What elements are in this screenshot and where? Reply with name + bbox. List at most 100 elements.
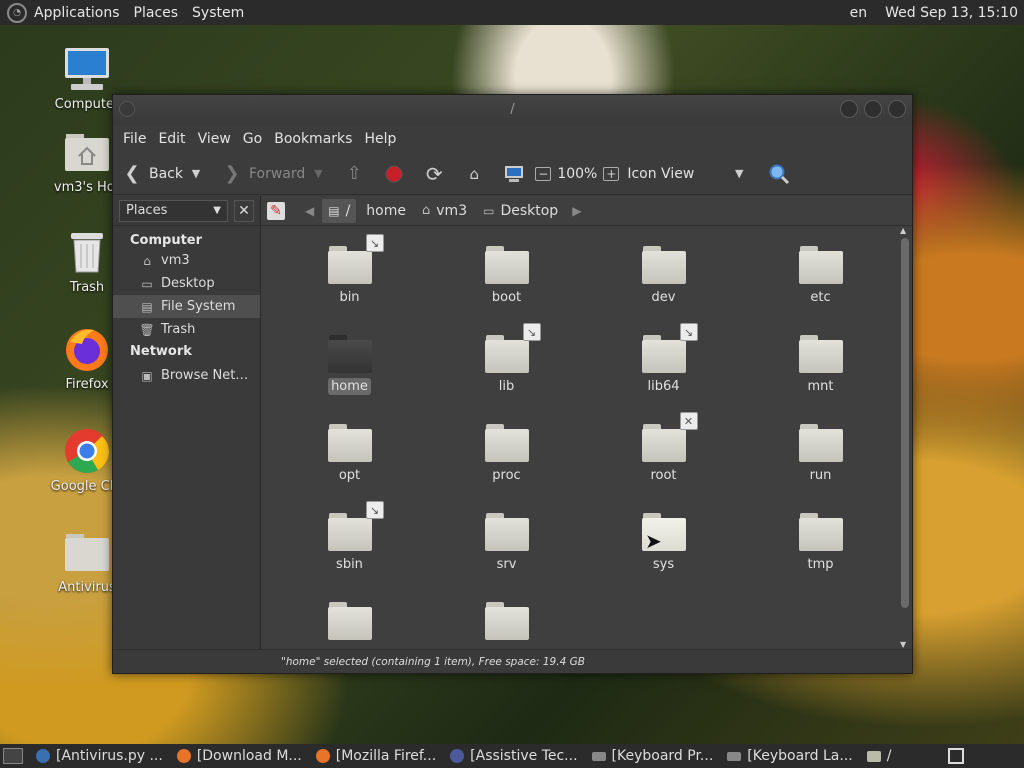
menu-file[interactable]: File xyxy=(117,131,152,147)
path-root[interactable]: ▤ / xyxy=(322,198,357,223)
sidebar-selector[interactable]: Places ▼ xyxy=(119,199,228,222)
file-item[interactable]: etc xyxy=(742,234,899,323)
symlink-emblem-icon: ↘ xyxy=(365,501,384,519)
distro-logo-icon[interactable]: ◔ xyxy=(7,2,27,23)
file-item[interactable]: ↘ sbin xyxy=(271,501,428,590)
home-folder-icon xyxy=(63,128,111,176)
file-item[interactable]: dev xyxy=(585,234,742,323)
reload-button[interactable]: ⟳ xyxy=(423,162,445,186)
path-desktop[interactable]: ▭ Desktop xyxy=(477,199,564,223)
edit-location-icon[interactable]: ✎ xyxy=(267,201,285,220)
back-history-dropdown-icon[interactable]: ▼ xyxy=(189,163,203,185)
task-assistive[interactable]: [Assistive Tec... xyxy=(444,748,585,764)
file-item[interactable]: boot xyxy=(428,234,585,323)
computer-button[interactable] xyxy=(503,163,525,185)
desktop-folder-icon: ▭ xyxy=(141,276,153,291)
close-sidebar-button[interactable]: ✕ xyxy=(234,199,254,222)
places-menu[interactable]: Places xyxy=(127,5,186,21)
zoom-in-icon[interactable]: + xyxy=(603,166,620,181)
file-item-label: boot xyxy=(491,290,522,305)
back-button[interactable]: ❮ Back ▼ xyxy=(121,163,203,185)
scroll-up-icon[interactable]: ▲ xyxy=(900,226,906,235)
show-desktop-button[interactable] xyxy=(3,748,23,764)
toolbar: ❮ Back ▼ ❯ Forward ▼ ⇧ ⟳ ⌂ − 100% + Icon… xyxy=(113,153,912,195)
keyboard-layout-indicator[interactable]: en xyxy=(850,5,868,21)
file-item[interactable]: home xyxy=(271,323,428,412)
menu-view[interactable]: View xyxy=(192,131,237,147)
menu-bookmarks[interactable]: Bookmarks xyxy=(268,131,358,147)
sidebar-item-trash[interactable]: 🗑 Trash xyxy=(113,318,260,341)
file-item[interactable]: proc xyxy=(428,412,585,501)
computer-icon xyxy=(63,45,111,93)
menu-edit[interactable]: Edit xyxy=(152,131,191,147)
file-item[interactable]: opt xyxy=(271,412,428,501)
path-scroll-left-icon[interactable]: ◀ xyxy=(301,204,318,218)
task-keyboard-preferences[interactable]: [Keyboard Pr... xyxy=(586,748,722,764)
menu-help[interactable]: Help xyxy=(358,131,402,147)
forward-history-dropdown-icon[interactable]: ▼ xyxy=(311,163,325,185)
file-item[interactable]: ↘ bin xyxy=(271,234,428,323)
vertical-scrollbar[interactable]: ▲ ▼ xyxy=(898,226,912,649)
sidebar-item-vm3[interactable]: ⌂ vm3 xyxy=(113,249,260,272)
clock[interactable]: Wed Sep 13, 15:10 xyxy=(885,5,1018,21)
folder-icon xyxy=(484,246,529,286)
stop-icon xyxy=(383,163,405,185)
task-download[interactable]: [Download M... xyxy=(171,748,310,764)
up-button[interactable]: ⇧ xyxy=(343,163,365,185)
zoom-level: 100% xyxy=(557,165,598,182)
folder-icon xyxy=(327,424,372,464)
file-item[interactable]: sys xyxy=(585,501,742,590)
stop-button[interactable] xyxy=(383,163,405,185)
file-item[interactable]: srv xyxy=(428,501,585,590)
scroll-down-icon[interactable]: ▼ xyxy=(900,640,906,649)
sidebar-item-browse-network[interactable]: ▣ Browse Net… xyxy=(113,364,260,387)
maximize-button[interactable] xyxy=(864,100,882,118)
zoom-controls: − 100% + xyxy=(535,165,620,182)
file-item-label: proc xyxy=(492,468,521,483)
window-titlebar[interactable]: / xyxy=(113,95,912,125)
system-menu[interactable]: System xyxy=(185,5,251,21)
task-file-manager[interactable]: / xyxy=(861,748,900,764)
close-button[interactable] xyxy=(888,100,906,118)
path-vm3[interactable]: ⌂ vm3 xyxy=(416,199,473,223)
window-menu-button[interactable] xyxy=(119,101,135,117)
file-item[interactable]: ↘ lib xyxy=(428,323,585,412)
forward-button[interactable]: ❯ Forward ▼ xyxy=(221,163,325,185)
file-item[interactable]: run xyxy=(742,412,899,501)
sidebar-item-desktop[interactable]: ▭ Desktop xyxy=(113,272,260,295)
path-scroll-right-icon[interactable]: ▶ xyxy=(568,204,585,218)
keyboard-icon xyxy=(727,751,742,761)
menu-go[interactable]: Go xyxy=(237,131,268,147)
scrollbar-thumb[interactable] xyxy=(901,238,909,608)
drive-icon: ▤ xyxy=(141,299,153,314)
view-mode-select[interactable]: Icon View ▼ xyxy=(627,163,750,185)
path-home[interactable]: home xyxy=(360,199,412,223)
search-button[interactable] xyxy=(768,163,790,185)
file-item[interactable]: ↘ lib64 xyxy=(585,323,742,412)
task-firefox[interactable]: [Mozilla Firef... xyxy=(310,748,444,764)
symlink-emblem-icon: ↘ xyxy=(679,323,698,341)
close-icon: ✕ xyxy=(238,202,250,219)
sidebar-item-file-system[interactable]: ▤ File System xyxy=(113,295,260,318)
folder-icon xyxy=(484,513,529,553)
zoom-out-icon[interactable]: − xyxy=(535,166,552,181)
minimize-button[interactable] xyxy=(840,100,858,118)
file-view[interactable]: ✎ ◀ ▤ / home ⌂ vm3 ▭ Desktop ▶ ↘ bin boo… xyxy=(261,196,912,649)
folder-icon xyxy=(484,602,529,642)
file-manager-window: / File Edit View Go Bookmarks Help ❮ Bac… xyxy=(112,94,913,674)
workspace-switcher[interactable] xyxy=(948,748,964,764)
folder-icon: ↘ xyxy=(641,323,698,375)
folder-icon: ↘ xyxy=(327,234,384,286)
applications-menu[interactable]: Applications xyxy=(27,5,127,21)
file-item[interactable]: mnt xyxy=(742,323,899,412)
folder-icon xyxy=(484,424,529,464)
keyboard-icon xyxy=(591,751,606,761)
file-item-label: sys xyxy=(652,557,675,572)
task-antivirus[interactable]: [Antivirus.py ... xyxy=(30,748,171,764)
drive-icon: ▤ xyxy=(328,203,340,218)
file-item[interactable]: tmp xyxy=(742,501,899,590)
trash-icon xyxy=(63,228,111,276)
home-button[interactable]: ⌂ xyxy=(463,163,485,185)
task-keyboard-layout[interactable]: [Keyboard La... xyxy=(721,748,860,764)
file-item[interactable]: ✕ root xyxy=(585,412,742,501)
